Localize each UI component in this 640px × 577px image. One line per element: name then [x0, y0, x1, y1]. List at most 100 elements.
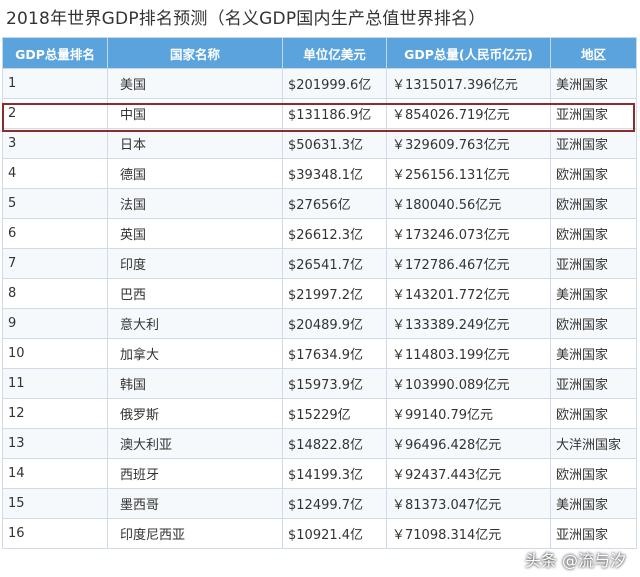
- rmb-cell: ￥92437.443亿元: [386, 458, 551, 489]
- usd-cell: $14199.3亿: [282, 458, 387, 489]
- rmb-cell: ￥133389.249亿元: [386, 308, 551, 339]
- region-cell: 美洲国家: [550, 278, 637, 309]
- rmb-cell: ￥180040.56亿元: [386, 188, 551, 219]
- usd-cell: $201999.6亿: [282, 68, 387, 99]
- country-cell: 法国: [107, 188, 283, 219]
- region-cell: 美洲国家: [550, 338, 637, 369]
- rmb-cell: ￥1315017.396亿元: [386, 68, 551, 99]
- country-cell: 美国: [107, 68, 283, 99]
- watermark: 头条 @流与汐: [524, 551, 626, 570]
- table-row: 2 中国 $131186.9亿 ￥854026.719亿元 亚洲国家: [2, 98, 637, 129]
- region-cell: 美洲国家: [550, 488, 637, 519]
- header-region: 地区: [550, 37, 637, 69]
- rmb-cell: ￥96496.428亿元: [386, 428, 551, 459]
- header-country: 国家名称: [107, 37, 283, 69]
- usd-cell: $26541.7亿: [282, 248, 387, 279]
- table-body: 1 美国 $201999.6亿 ￥1315017.396亿元 美洲国家 2 中国 $13118…: [2, 68, 637, 549]
- country-cell: 印度: [107, 248, 283, 279]
- rank-cell: 3: [2, 128, 108, 159]
- table-row: 4 德国 $39348.1亿 ￥256156.131亿元 欧洲国家: [2, 158, 637, 189]
- table-row: 8 巴西 $21997.2亿 ￥143201.772亿元 美洲国家: [2, 278, 637, 309]
- rmb-cell: ￥173246.073亿元: [386, 218, 551, 249]
- table-row: 1 美国 $201999.6亿 ￥1315017.396亿元 美洲国家: [2, 68, 637, 99]
- usd-cell: $10921.4亿: [282, 518, 387, 549]
- rmb-cell: ￥99140.79亿元: [386, 398, 551, 429]
- country-cell: 巴西: [107, 278, 283, 309]
- table-row: 16 印度尼西亚 $10921.4亿 ￥71098.314亿元 亚洲国家: [2, 518, 637, 549]
- region-cell: 欧洲国家: [550, 458, 637, 489]
- country-cell: 德国: [107, 158, 283, 189]
- header-rmb: GDP总量(人民币亿元): [386, 37, 551, 69]
- usd-cell: $17634.9亿: [282, 338, 387, 369]
- table-row: 9 意大利 $20489.9亿 ￥133389.249亿元 欧洲国家: [2, 308, 637, 339]
- table-row: 10 加拿大 $17634.9亿 ￥114803.199亿元 美洲国家: [2, 338, 637, 369]
- region-cell: 欧洲国家: [550, 188, 637, 219]
- country-cell: 日本: [107, 128, 283, 159]
- country-cell: 印度尼西亚: [107, 518, 283, 549]
- region-cell: 欧洲国家: [550, 218, 637, 249]
- usd-cell: $26612.3亿: [282, 218, 387, 249]
- table-row: 12 俄罗斯 $15229亿 ￥99140.79亿元 欧洲国家: [2, 398, 637, 429]
- rank-cell: 6: [2, 218, 108, 249]
- table-row: 3 日本 $50631.3亿 ￥329609.763亿元 亚洲国家: [2, 128, 637, 159]
- region-cell: 亚洲国家: [550, 368, 637, 399]
- usd-cell: $12499.7亿: [282, 488, 387, 519]
- usd-cell: $131186.9亿: [282, 98, 387, 129]
- rank-cell: 16: [2, 518, 108, 549]
- header-rank: GDP总量排名: [2, 37, 108, 69]
- country-cell: 英国: [107, 218, 283, 249]
- usd-cell: $50631.3亿: [282, 128, 387, 159]
- rank-cell: 5: [2, 188, 108, 219]
- rank-cell: 4: [2, 158, 108, 189]
- rmb-cell: ￥114803.199亿元: [386, 338, 551, 369]
- table-row: 13 澳大利亚 $14822.8亿 ￥96496.428亿元 大洋洲国家: [2, 428, 637, 459]
- table-row: 15 墨西哥 $12499.7亿 ￥81373.047亿元 美洲国家: [2, 488, 637, 519]
- rmb-cell: ￥143201.772亿元: [386, 278, 551, 309]
- rmb-cell: ￥329609.763亿元: [386, 128, 551, 159]
- rank-cell: 15: [2, 488, 108, 519]
- usd-cell: $21997.2亿: [282, 278, 387, 309]
- rank-cell: 12: [2, 398, 108, 429]
- header-usd: 单位亿美元: [282, 37, 387, 69]
- region-cell: 欧洲国家: [550, 158, 637, 189]
- table-row: 14 西班牙 $14199.3亿 ￥92437.443亿元 欧洲国家: [2, 458, 637, 489]
- region-cell: 欧洲国家: [550, 398, 637, 429]
- region-cell: 大洋洲国家: [550, 428, 637, 459]
- rmb-cell: ￥256156.131亿元: [386, 158, 551, 189]
- rank-cell: 10: [2, 338, 108, 369]
- region-cell: 亚洲国家: [550, 98, 637, 129]
- country-cell: 西班牙: [107, 458, 283, 489]
- rmb-cell: ￥81373.047亿元: [386, 488, 551, 519]
- rank-cell: 7: [2, 248, 108, 279]
- rank-cell: 9: [2, 308, 108, 339]
- usd-cell: $20489.9亿: [282, 308, 387, 339]
- usd-cell: $27656亿: [282, 188, 387, 219]
- country-cell: 中国: [107, 98, 283, 129]
- rank-cell: 2: [2, 98, 108, 129]
- table-row: 5 法国 $27656亿 ￥180040.56亿元 欧洲国家: [2, 188, 637, 219]
- country-cell: 意大利: [107, 308, 283, 339]
- country-cell: 加拿大: [107, 338, 283, 369]
- table-header-row: GDP总量排名 国家名称 单位亿美元 GDP总量(人民币亿元) 地区: [2, 37, 637, 69]
- usd-cell: $15973.9亿: [282, 368, 387, 399]
- usd-cell: $39348.1亿: [282, 158, 387, 189]
- rank-cell: 14: [2, 458, 108, 489]
- rmb-cell: ￥172786.467亿元: [386, 248, 551, 279]
- country-cell: 俄罗斯: [107, 398, 283, 429]
- country-cell: 韩国: [107, 368, 283, 399]
- table-row: 6 英国 $26612.3亿 ￥173246.073亿元 欧洲国家: [2, 218, 637, 249]
- rmb-cell: ￥103990.089亿元: [386, 368, 551, 399]
- rank-cell: 8: [2, 278, 108, 309]
- table-row: 7 印度 $26541.7亿 ￥172786.467亿元 亚洲国家: [2, 248, 637, 279]
- rmb-cell: ￥71098.314亿元: [386, 518, 551, 549]
- rmb-cell: ￥854026.719亿元: [386, 98, 551, 129]
- table-row: 11 韩国 $15973.9亿 ￥103990.089亿元 亚洲国家: [2, 368, 637, 399]
- country-cell: 澳大利亚: [107, 428, 283, 459]
- country-cell: 墨西哥: [107, 488, 283, 519]
- region-cell: 欧洲国家: [550, 308, 637, 339]
- usd-cell: $14822.8亿: [282, 428, 387, 459]
- rank-cell: 13: [2, 428, 108, 459]
- page-title: 2018年世界GDP排名预测（名义GDP国内生产总值世界排名）: [6, 9, 486, 29]
- region-cell: 亚洲国家: [550, 128, 637, 159]
- region-cell: 亚洲国家: [550, 518, 637, 549]
